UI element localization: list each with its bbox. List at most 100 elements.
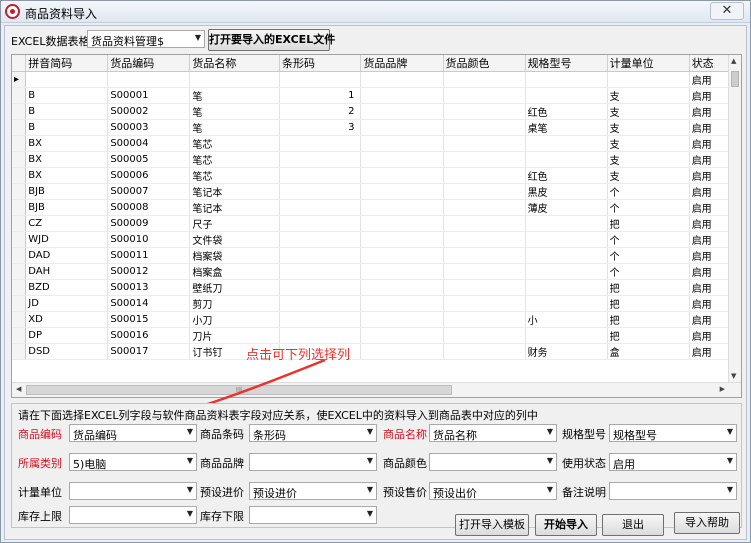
table-row[interactable]: JD S00014 剪刀 把启用 xyxy=(12,295,729,312)
row-header[interactable] xyxy=(12,199,27,216)
table-cell[interactable]: 1 xyxy=(279,87,362,104)
column-header[interactable]: 货品品牌 xyxy=(360,55,444,72)
table-cell[interactable]: 支 xyxy=(607,119,690,136)
table-row[interactable]: B S00002 笔 2 红色支启用 xyxy=(12,103,729,120)
table-cell[interactable]: 把 xyxy=(607,295,690,312)
stock-min-select[interactable]: ▼ xyxy=(249,506,377,524)
table-cell[interactable]: 档案袋 xyxy=(189,247,280,264)
table-cell[interactable] xyxy=(443,343,526,360)
table-cell[interactable]: 红色 xyxy=(525,167,608,184)
table-cell[interactable] xyxy=(279,135,362,152)
table-cell[interactable] xyxy=(525,279,608,296)
table-cell[interactable]: BX xyxy=(25,151,109,168)
brand-select[interactable]: ▼ xyxy=(249,453,377,471)
table-cell[interactable] xyxy=(525,215,608,232)
table-cell[interactable]: 个 xyxy=(607,263,690,280)
table-cell[interactable] xyxy=(279,295,362,312)
table-cell[interactable] xyxy=(279,151,362,168)
table-cell[interactable]: DAH xyxy=(25,263,109,280)
table-cell[interactable]: 笔 xyxy=(189,119,280,136)
table-cell[interactable]: WJD xyxy=(25,231,109,248)
table-cell[interactable]: DP xyxy=(25,327,109,344)
table-cell[interactable] xyxy=(189,71,280,88)
table-cell[interactable] xyxy=(279,71,362,88)
table-cell[interactable] xyxy=(443,167,526,184)
table-cell[interactable]: S00014 xyxy=(107,295,191,312)
table-cell[interactable] xyxy=(443,279,526,296)
table-cell[interactable]: 财务 xyxy=(525,343,608,360)
table-cell[interactable]: 尺子 xyxy=(189,215,280,232)
table-cell[interactable] xyxy=(525,135,608,152)
table-cell[interactable]: 笔 xyxy=(189,103,280,120)
table-cell[interactable] xyxy=(443,103,526,120)
row-header[interactable] xyxy=(12,215,27,232)
column-header[interactable]: 拼音简码 xyxy=(25,55,109,72)
table-cell[interactable] xyxy=(25,71,109,88)
table-cell[interactable]: BX xyxy=(25,135,109,152)
table-cell[interactable] xyxy=(443,247,526,264)
table-cell[interactable]: 3 xyxy=(279,119,362,136)
table-cell[interactable]: BJB xyxy=(25,199,109,216)
close-button[interactable]: ✕ xyxy=(710,2,744,20)
remark-select[interactable]: ▼ xyxy=(609,482,737,500)
table-cell[interactable]: 启用 xyxy=(689,311,729,328)
table-cell[interactable]: 把 xyxy=(607,279,690,296)
table-cell[interactable] xyxy=(607,71,690,88)
table-cell[interactable] xyxy=(443,263,526,280)
table-cell[interactable] xyxy=(443,71,526,88)
table-cell[interactable] xyxy=(525,87,608,104)
table-cell[interactable]: S00011 xyxy=(107,247,191,264)
table-cell[interactable]: 启用 xyxy=(689,103,729,120)
unit-select[interactable]: ▼ xyxy=(69,482,197,500)
data-grid[interactable]: 拼音简码 货品编码 货品名称 条形码 货品品牌 货品颜色 规格型号 计量单位 状… xyxy=(11,54,742,398)
table-cell[interactable] xyxy=(525,71,608,88)
table-cell[interactable]: 启用 xyxy=(689,151,729,168)
table-cell[interactable]: 刀片 xyxy=(189,327,280,344)
table-cell[interactable]: 盒 xyxy=(607,343,690,360)
table-cell[interactable] xyxy=(525,263,608,280)
table-cell[interactable]: 支 xyxy=(607,87,690,104)
row-header[interactable] xyxy=(12,311,27,328)
table-row[interactable]: BX S00006 笔芯 红色支启用 xyxy=(12,167,729,184)
stock-max-select[interactable]: ▼ xyxy=(69,506,197,524)
table-cell[interactable]: 个 xyxy=(607,199,690,216)
table-cell[interactable]: S00001 xyxy=(107,87,191,104)
column-header[interactable]: 货品名称 xyxy=(189,55,280,72)
vertical-scrollbar[interactable]: ▲ ▼ xyxy=(728,55,741,382)
table-cell[interactable] xyxy=(279,327,362,344)
column-header[interactable]: 规格型号 xyxy=(525,55,608,72)
table-cell[interactable]: S00007 xyxy=(107,183,191,200)
table-row[interactable]: BJB S00008 笔记本 薄皮个启用 xyxy=(12,199,729,216)
table-cell[interactable]: BJB xyxy=(25,183,109,200)
table-row[interactable]: B S00001 笔 1 支启用 xyxy=(12,87,729,104)
table-cell[interactable] xyxy=(360,311,444,328)
table-cell[interactable] xyxy=(360,215,444,232)
table-cell[interactable] xyxy=(360,247,444,264)
table-cell[interactable] xyxy=(279,263,362,280)
table-cell[interactable]: 笔 xyxy=(189,87,280,104)
table-cell[interactable]: 启用 xyxy=(689,71,729,88)
table-cell[interactable]: JD xyxy=(25,295,109,312)
row-header[interactable] xyxy=(12,119,27,136)
scroll-thumb[interactable] xyxy=(731,71,739,87)
table-cell[interactable]: S00013 xyxy=(107,279,191,296)
table-cell[interactable] xyxy=(360,151,444,168)
table-cell[interactable] xyxy=(443,135,526,152)
table-cell[interactable]: 启用 xyxy=(689,247,729,264)
table-cell[interactable] xyxy=(443,199,526,216)
import-help-button[interactable]: 导入帮助 xyxy=(674,512,740,534)
table-cell[interactable]: 2 xyxy=(279,103,362,120)
horizontal-scrollbar[interactable]: ◀ III ▶ xyxy=(12,382,741,397)
table-cell[interactable] xyxy=(360,87,444,104)
table-cell[interactable]: S00016 xyxy=(107,327,191,344)
table-cell[interactable]: 把 xyxy=(607,311,690,328)
table-cell[interactable] xyxy=(443,327,526,344)
table-cell[interactable]: DAD xyxy=(25,247,109,264)
row-header[interactable] xyxy=(12,343,27,360)
table-cell[interactable] xyxy=(525,151,608,168)
table-cell[interactable] xyxy=(360,71,444,88)
table-cell[interactable] xyxy=(279,247,362,264)
table-cell[interactable]: S00010 xyxy=(107,231,191,248)
table-cell[interactable]: S00015 xyxy=(107,311,191,328)
column-header[interactable]: 状态 xyxy=(689,55,729,72)
